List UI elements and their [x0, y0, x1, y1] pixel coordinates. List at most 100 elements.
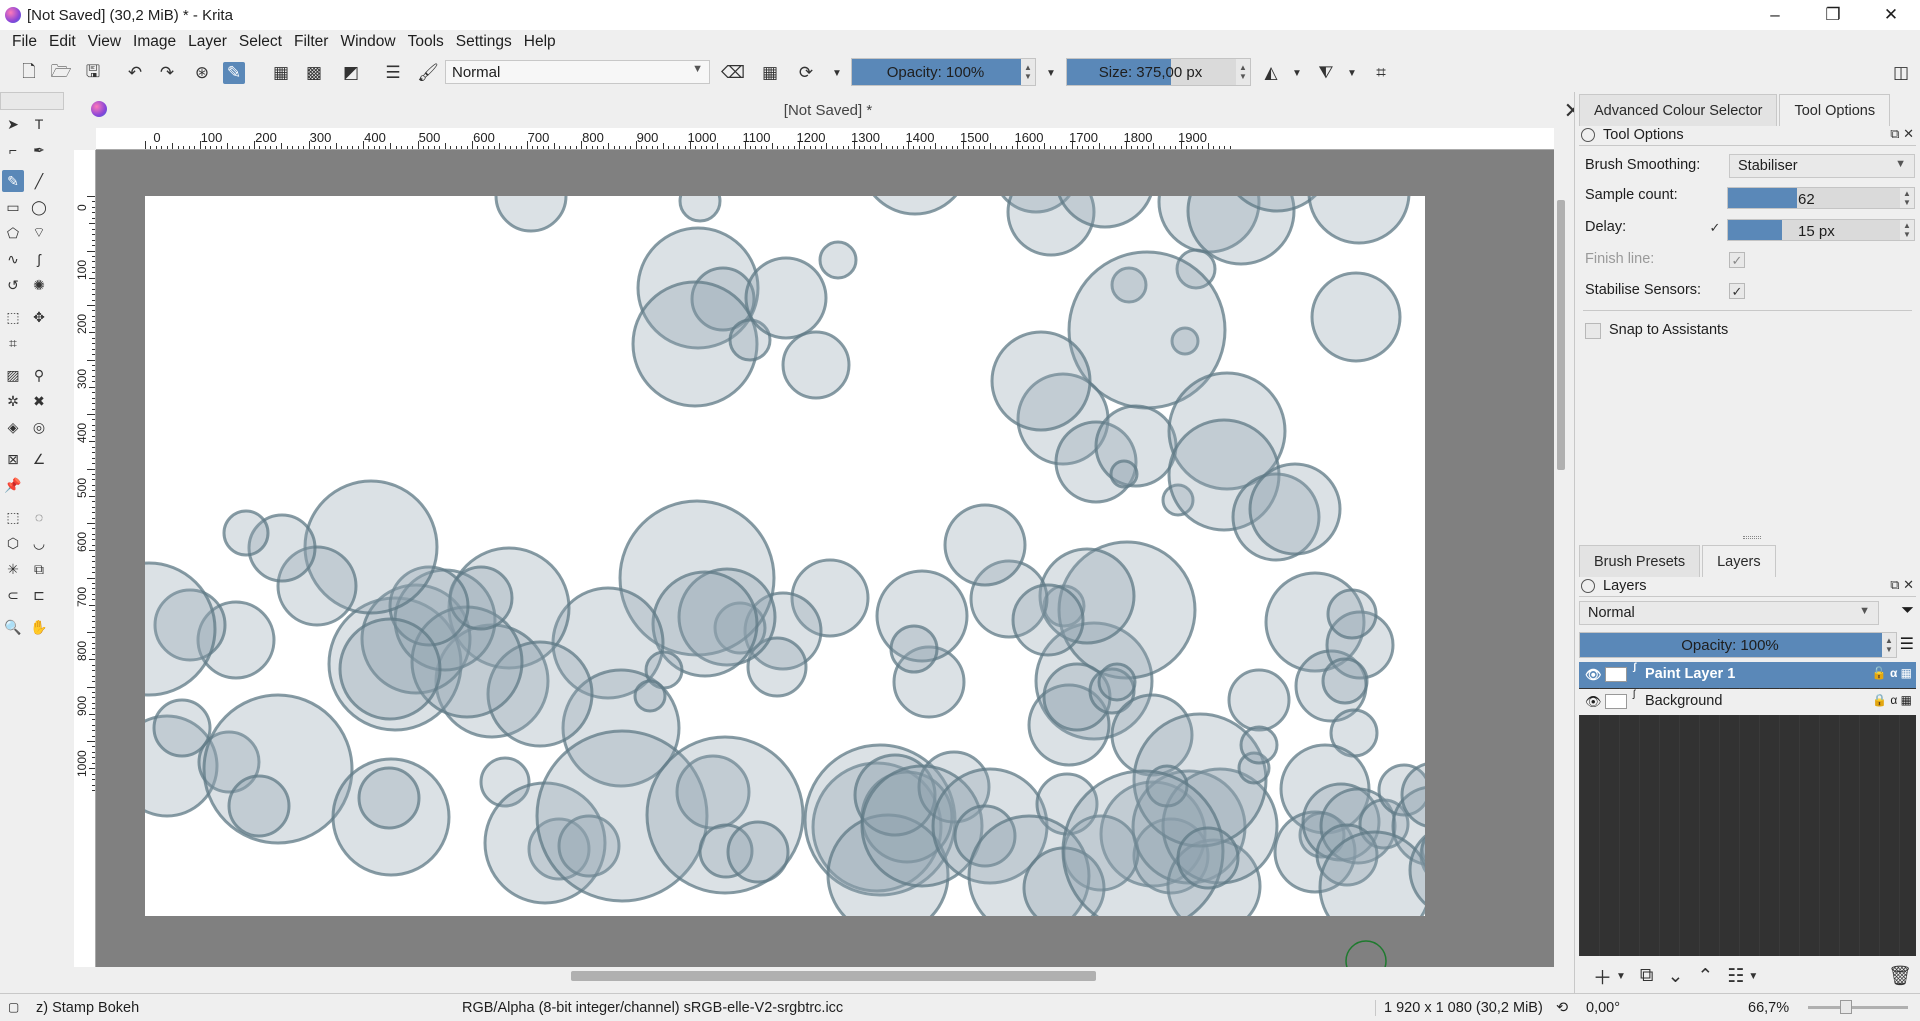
edit-brush-settings-icon[interactable]: ☰ [382, 62, 404, 84]
tab-layers[interactable]: Layers [1702, 545, 1776, 577]
chevron-down-icon[interactable]: ▼ [1040, 62, 1062, 84]
smart-patch-icon[interactable]: ✖ [28, 390, 50, 412]
polyline-tool-icon[interactable]: ⌔ [28, 222, 50, 244]
close-window-button[interactable]: ✕ [1862, 0, 1920, 30]
status-rotation[interactable]: 0,00° [1586, 1000, 1620, 1016]
canvas-viewport[interactable] [96, 150, 1554, 967]
size-slider[interactable]: Size: 375,00 px ▲ ▼ [1066, 58, 1251, 86]
delete-layer-icon[interactable]: 🗑 [1888, 964, 1912, 988]
undo-icon[interactable]: ↶ [124, 62, 146, 84]
size-spin[interactable]: ▲ ▼ [1236, 59, 1250, 85]
canvas-svg[interactable] [96, 150, 1554, 967]
vertical-scroll-thumb[interactable] [1557, 200, 1565, 470]
menu-file[interactable]: File [6, 33, 43, 51]
menu-layer[interactable]: Layer [182, 33, 233, 51]
assistant-tool-icon[interactable]: ⊠ [2, 448, 24, 470]
transform-tool-icon[interactable]: ⬚ [2, 306, 24, 328]
menu-select[interactable]: Select [233, 33, 288, 51]
opacity-spin[interactable]: ▲ ▼ [1021, 59, 1035, 85]
zoom-slider-handle[interactable] [1840, 1000, 1852, 1014]
contiguous-select-icon[interactable]: ✳ [2, 558, 24, 580]
reload-preset-icon[interactable]: ⟳ [795, 62, 817, 84]
duplicate-layer-icon[interactable]: ⧉ [1640, 965, 1654, 987]
bezier-select-icon[interactable]: ⊂ [2, 584, 24, 606]
preserve-alpha-icon[interactable]: ▦ [759, 62, 781, 84]
new-document-icon[interactable]: 🗋 [18, 62, 40, 84]
ellipse-select-icon[interactable]: ◌ [28, 506, 50, 528]
enclose-fill-icon[interactable]: ◎ [28, 416, 50, 438]
pan-tool-icon[interactable]: ✋ [28, 616, 50, 638]
mirror-vertical-icon[interactable]: ⧨ [1315, 62, 1337, 84]
open-document-icon[interactable]: 🗁 [50, 62, 72, 84]
wrap-around-icon[interactable]: ⌗ [1370, 62, 1392, 84]
layer-lock-alpha-icons[interactable]: 🔒 α ▦ [1872, 693, 1912, 707]
minimize-button[interactable]: – [1746, 0, 1804, 30]
tab-advanced-colour-selector[interactable]: Advanced Colour Selector [1579, 94, 1778, 126]
workspace-icon[interactable]: ◫ [1890, 62, 1912, 84]
colorize-mask-icon[interactable]: ✲ [2, 390, 24, 412]
tab-tool-options[interactable]: Tool Options [1779, 94, 1891, 126]
chevron-down-icon[interactable]: ▼ [826, 62, 848, 84]
layer-row[interactable]: 👁 ʃ Background 🔒 α ▦ [1579, 689, 1916, 715]
menu-window[interactable]: Window [334, 33, 401, 51]
fill-tool-icon[interactable]: ◈ [2, 416, 24, 438]
color-picker-icon[interactable]: ⚲ [28, 364, 50, 386]
docker-float-close-icon[interactable]: ⧉ ✕ [1890, 577, 1914, 593]
edit-shapes-icon[interactable]: ⌐ [2, 139, 24, 161]
magnetic-select-icon[interactable]: ⊏ [28, 584, 50, 606]
menu-view[interactable]: View [82, 33, 127, 51]
multibrush-icon[interactable]: ✺ [28, 274, 50, 296]
polygon-tool-icon[interactable]: ⬠ [2, 222, 24, 244]
menu-filter[interactable]: Filter [288, 33, 334, 51]
redo-icon[interactable]: ↷ [156, 62, 178, 84]
move-tool-icon[interactable]: ✥ [28, 306, 50, 328]
layer-lock-alpha-icons[interactable]: 🔓 α ▦ [1872, 666, 1912, 680]
status-color-space[interactable]: RGB/Alpha (8-bit integer/channel) sRGB-e… [462, 1000, 843, 1016]
finish-line-checkbox[interactable]: ✓ [1729, 252, 1745, 268]
gradient-tool-icon[interactable]: ▨ [2, 364, 24, 386]
select-shapes-icon[interactable]: ➤ [2, 113, 24, 135]
layer-properties-icon[interactable]: ☷ [1727, 965, 1744, 988]
layer-blend-mode-select[interactable]: Normal ▼ [1579, 601, 1879, 625]
menu-edit[interactable]: Edit [43, 33, 82, 51]
visibility-eye-icon[interactable]: 👁 [1585, 694, 1602, 710]
mirror-horizontal-icon[interactable]: ◭ [1260, 62, 1282, 84]
add-layer-icon[interactable]: ＋ [1593, 963, 1612, 990]
menu-settings[interactable]: Settings [450, 33, 518, 51]
menu-image[interactable]: Image [127, 33, 182, 51]
line-tool-icon[interactable]: ╱ [28, 170, 50, 192]
zoom-tool-icon[interactable]: 🔍 [2, 616, 24, 638]
snap-assistants-checkbox[interactable] [1585, 323, 1601, 339]
layer-opacity-spin[interactable]: ▲ ▼ [1882, 633, 1896, 657]
horizontal-scroll-thumb[interactable] [571, 971, 1096, 981]
delay-slider[interactable]: 15 px ▲ ▼ [1727, 219, 1915, 241]
reference-images-icon[interactable]: 📌 [2, 474, 24, 496]
measure-tool-icon[interactable]: ∠ [28, 448, 50, 470]
eraser-icon[interactable]: ⌫ [721, 62, 745, 84]
menu-icon[interactable]: ☰ [1900, 634, 1914, 654]
document-tab[interactable]: [Not Saved] * ✕ [78, 95, 1582, 125]
menu-tools[interactable]: Tools [402, 33, 450, 51]
vertical-scrollbar[interactable] [1554, 150, 1568, 967]
filter-icon[interactable]: ⏷ [1901, 602, 1914, 620]
move-layer-down-icon[interactable]: ⌄ [1668, 965, 1684, 988]
chevron-down-icon[interactable]: ▼ [1286, 62, 1308, 84]
dock-splitter-handle[interactable] [1743, 536, 1761, 539]
pattern-icon[interactable]: ▩ [303, 62, 325, 84]
opacity-slider[interactable]: Opacity: 100% ▲ ▼ [851, 58, 1036, 86]
zoom-slider[interactable] [1808, 1006, 1908, 1009]
transform-icon[interactable]: ⊛ [191, 62, 213, 84]
rect-select-icon[interactable]: ⬚ [2, 506, 24, 528]
chevron-down-icon[interactable]: ▼ [1341, 62, 1363, 84]
calligraphy-icon[interactable]: ✒ [28, 139, 50, 161]
fg-bg-colors-icon[interactable]: ◩ [340, 62, 362, 84]
freehand-brush-tool-icon[interactable]: ✎ [2, 170, 24, 192]
bezier-tool-icon[interactable]: ∿ [2, 248, 24, 270]
dynamic-brush-icon[interactable]: ↺ [2, 274, 24, 296]
delay-checkbox[interactable]: ✓ [1707, 220, 1723, 236]
layer-row[interactable]: 👁 ʃ Paint Layer 1 🔓 α ▦ [1579, 662, 1916, 688]
status-zoom[interactable]: 66,7% [1748, 1000, 1789, 1016]
blend-mode-select[interactable]: Normal ▼ [445, 60, 710, 84]
docker-float-close-icon[interactable]: ⧉ ✕ [1890, 126, 1914, 142]
similar-select-icon[interactable]: ⧉ [28, 558, 50, 580]
